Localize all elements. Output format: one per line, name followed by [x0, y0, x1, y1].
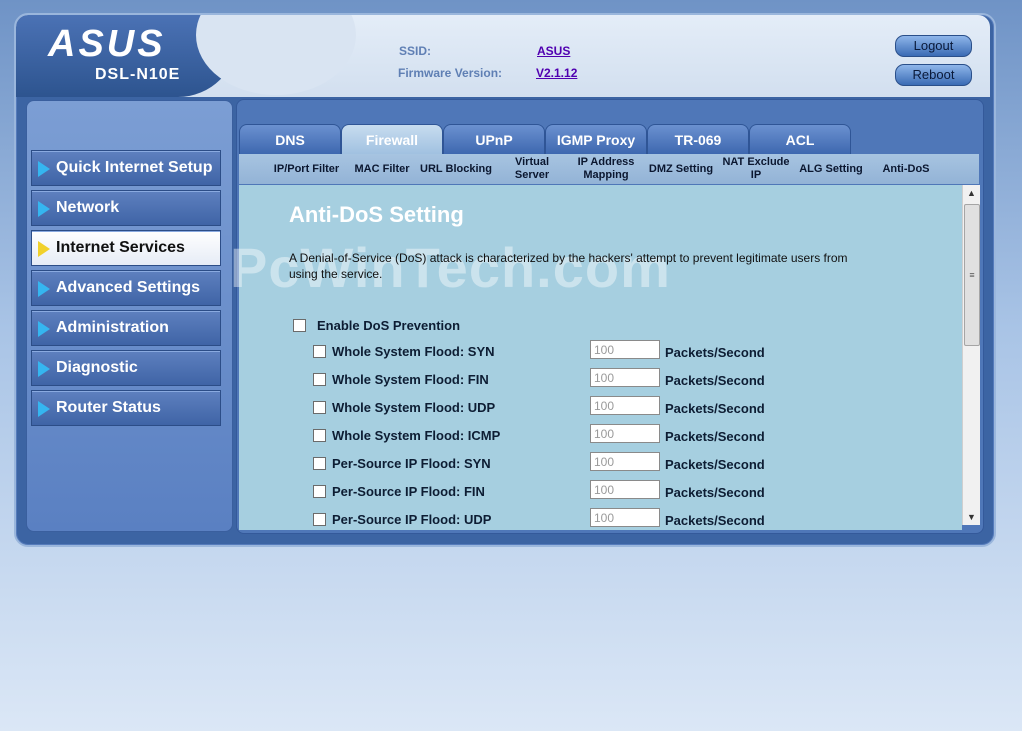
triangle-right-icon	[38, 361, 50, 377]
sidebar-item-network[interactable]: Network	[31, 190, 221, 226]
subtab-dmz-setting[interactable]: DMZ Setting	[644, 154, 718, 184]
ssid-label: SSID:	[399, 44, 432, 58]
sidebar-item-advanced-settings[interactable]: Advanced Settings	[31, 270, 221, 306]
sidebar-item-label: Administration	[56, 319, 169, 336]
model-name: DSL-N10E	[95, 66, 181, 83]
triangle-right-icon	[38, 281, 50, 297]
flood-checkbox[interactable]	[313, 373, 326, 386]
packets-per-second-input[interactable]: 100	[590, 396, 660, 415]
tab-igmp-proxy[interactable]: IGMP Proxy	[545, 124, 647, 155]
sidebar-item-label: Router Status	[56, 399, 161, 416]
sidebar-item-internet-services[interactable]: Internet Services	[31, 230, 221, 266]
triangle-down-icon[interactable]: ▼	[963, 509, 980, 525]
reboot-button[interactable]: Reboot	[895, 64, 972, 86]
flood-label: Per-Source IP Flood: FIN	[332, 484, 485, 499]
sidebar-item-label: Quick Internet Setup	[56, 159, 213, 176]
firmware-label: Firmware Version:	[398, 66, 503, 80]
unit-label: Packets/Second	[665, 345, 765, 360]
flood-checkbox[interactable]	[313, 485, 326, 498]
sidebar-item-administration[interactable]: Administration	[31, 310, 221, 346]
subtab-url-blocking[interactable]: URL Blocking	[418, 154, 494, 184]
tab-acl[interactable]: ACL	[749, 124, 851, 155]
flood-label: Per-Source IP Flood: UDP	[332, 512, 492, 527]
logo-block: ASUS DSL-N10E	[16, 15, 356, 97]
asus-logo: ASUS	[48, 23, 166, 65]
tab-dns[interactable]: DNS	[239, 124, 341, 155]
unit-label: Packets/Second	[665, 485, 765, 500]
sidebar-item-label: Network	[56, 199, 120, 216]
subtab-ip-address-mapping[interactable]: IP Address Mapping	[572, 154, 640, 184]
firmware-link[interactable]: V2.1.12	[536, 66, 577, 80]
page-title: Anti-DoS Setting	[289, 202, 464, 227]
packets-per-second-input[interactable]: 100	[590, 452, 660, 471]
logout-button[interactable]: Logout	[895, 35, 972, 57]
subtab-nat-exclude-ip[interactable]: NAT Exclude IP	[720, 154, 792, 184]
triangle-right-icon	[38, 161, 50, 177]
sidebar-item-quick-internet-setup[interactable]: Quick Internet Setup	[31, 150, 221, 186]
flood-checkbox[interactable]	[313, 401, 326, 414]
triangle-right-icon	[38, 241, 50, 257]
subtab-virtual-server[interactable]: Virtual Server	[500, 154, 564, 184]
packets-per-second-input[interactable]: 100	[590, 368, 660, 387]
triangle-right-icon	[38, 321, 50, 337]
page-description: A Denial-of-Service (DoS) attack is char…	[289, 251, 848, 281]
unit-label: Packets/Second	[665, 401, 765, 416]
scrollbar[interactable]: ▲ ≡ ▼	[962, 185, 980, 525]
flood-label: Whole System Flood: SYN	[332, 344, 495, 359]
enable-dos-checkbox[interactable]	[293, 319, 306, 332]
subtab-alg-setting[interactable]: ALG Setting	[792, 154, 870, 184]
sidebar-item-label: Diagnostic	[56, 359, 138, 376]
tab-upnp[interactable]: UPnP	[443, 124, 545, 155]
flood-label: Per-Source IP Flood: SYN	[332, 456, 491, 471]
packets-per-second-input[interactable]: 100	[590, 424, 660, 443]
flood-checkbox[interactable]	[313, 429, 326, 442]
sidebar-item-label: Internet Services	[56, 239, 185, 256]
unit-label: Packets/Second	[665, 513, 765, 528]
subtab-anti-dos[interactable]: Anti-DoS	[874, 154, 938, 184]
flood-label: Whole System Flood: ICMP	[332, 428, 501, 443]
sidebar-item-router-status[interactable]: Router Status	[31, 390, 221, 426]
unit-label: Packets/Second	[665, 429, 765, 444]
flood-checkbox[interactable]	[313, 513, 326, 526]
ssid-link[interactable]: ASUS	[537, 44, 570, 58]
subtab-mac-filter[interactable]: MAC Filter	[349, 154, 415, 184]
scrollbar-thumb[interactable]: ≡	[964, 204, 980, 346]
sidebar-item-label: Advanced Settings	[56, 279, 201, 296]
sidebar-item-diagnostic[interactable]: Diagnostic	[31, 350, 221, 386]
packets-per-second-input[interactable]: 100	[590, 508, 660, 527]
triangle-right-icon	[38, 401, 50, 417]
flood-checkbox[interactable]	[313, 345, 326, 358]
unit-label: Packets/Second	[665, 457, 765, 472]
unit-label: Packets/Second	[665, 373, 765, 388]
tab-firewall[interactable]: Firewall	[341, 124, 443, 155]
triangle-up-icon[interactable]: ▲	[963, 185, 980, 201]
triangle-right-icon	[38, 201, 50, 217]
packets-per-second-input[interactable]: 100	[590, 340, 660, 359]
flood-label: Whole System Flood: FIN	[332, 372, 489, 387]
tab-tr-069[interactable]: TR-069	[647, 124, 749, 155]
flood-checkbox[interactable]	[313, 457, 326, 470]
header: ASUS DSL-N10E	[16, 15, 990, 97]
enable-dos-label: Enable DoS Prevention	[317, 318, 461, 333]
subtab-ip-port-filter[interactable]: IP/Port Filter	[269, 154, 344, 184]
packets-per-second-input[interactable]: 100	[590, 480, 660, 499]
flood-label: Whole System Flood: UDP	[332, 400, 496, 415]
